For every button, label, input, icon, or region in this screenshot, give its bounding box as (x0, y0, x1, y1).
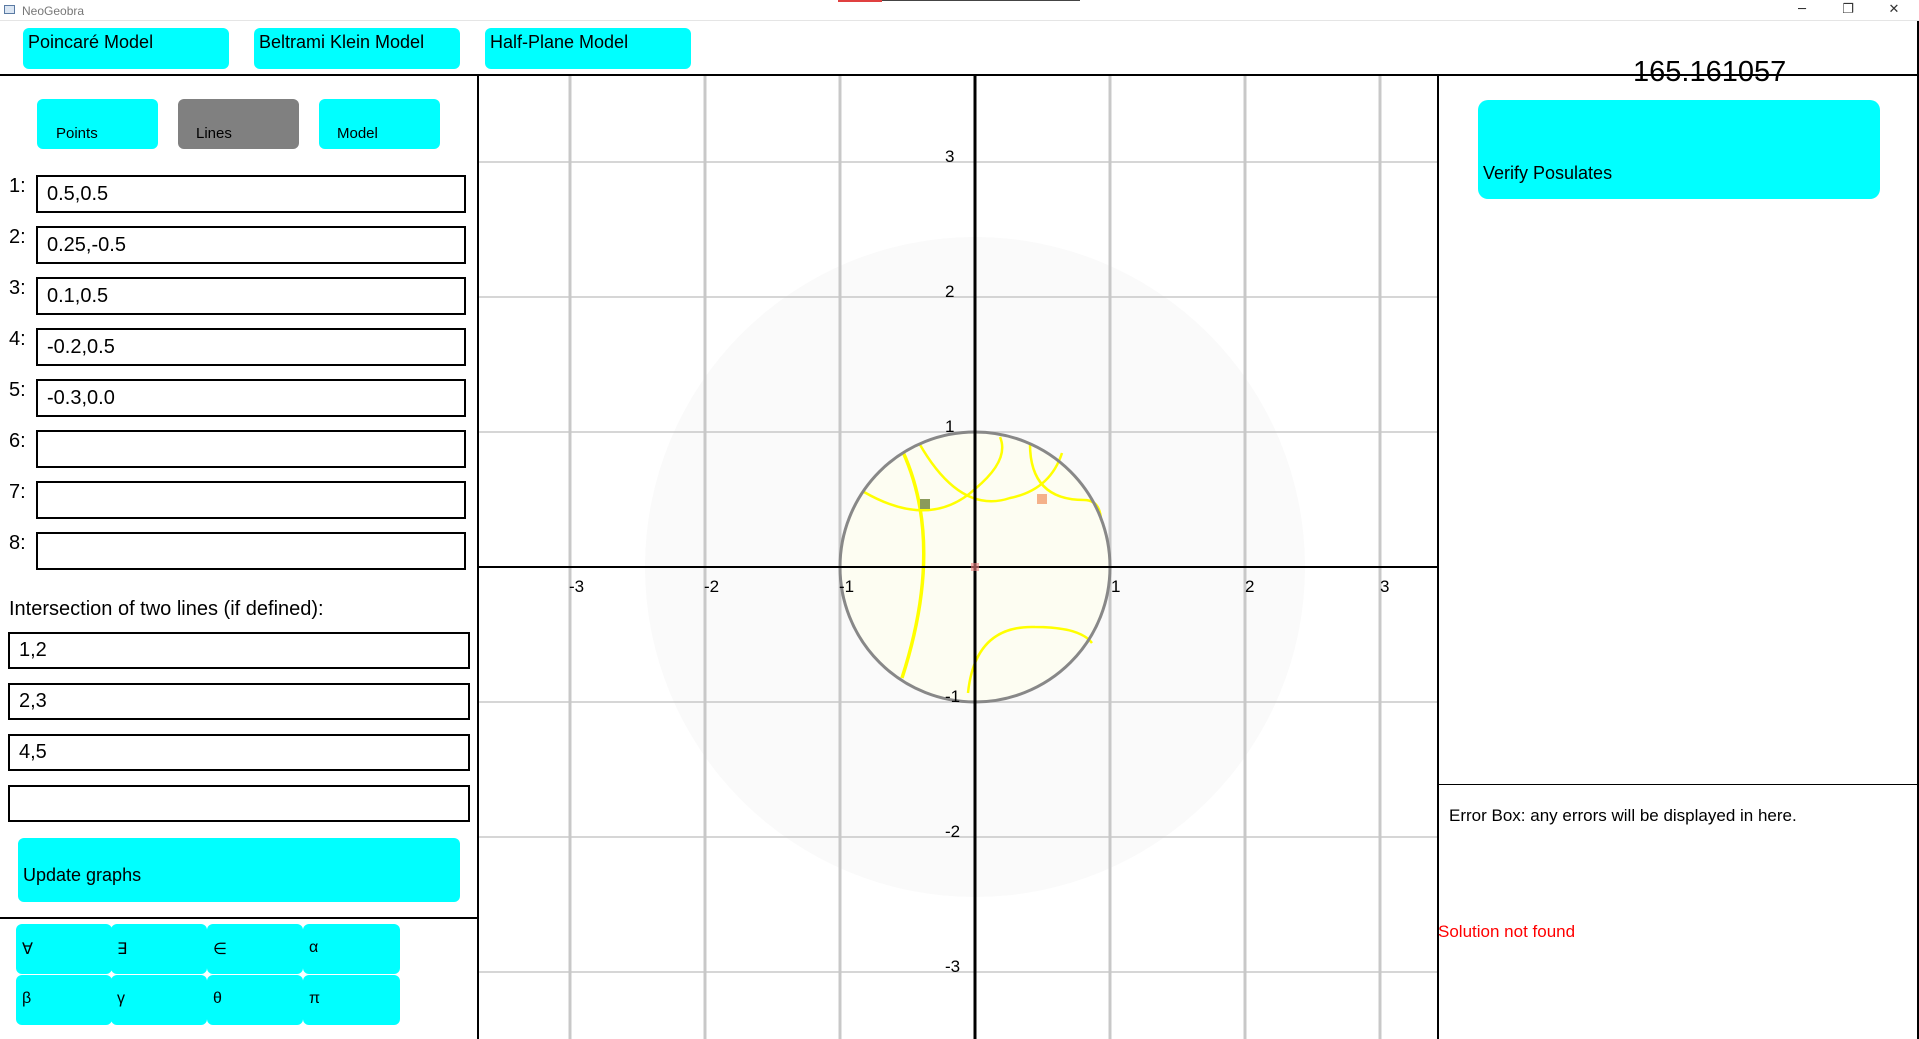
tab-model-label: Model (337, 125, 378, 142)
symbol-label: β (22, 990, 32, 1007)
symbol-button[interactable]: θ (207, 975, 303, 1025)
symbol-label: ∈ (213, 941, 227, 958)
minimize-icon[interactable]: ─ (1779, 0, 1825, 21)
window-title: NeoGeobra (22, 4, 85, 18)
tab-points[interactable]: Points (37, 99, 158, 149)
line-row-label: 2: (9, 226, 26, 248)
klein-model-button[interactable]: Beltrami Klein Model (254, 28, 460, 69)
intersection-input-2[interactable]: 2,3 (8, 683, 470, 720)
line-row-label: 8: (9, 532, 26, 554)
line-input-1[interactable]: 0.5,0.5 (36, 175, 466, 213)
tab-lines[interactable]: Lines (178, 99, 299, 149)
symbol-button[interactable]: ∀ (16, 924, 112, 974)
update-graphs-label: Update graphs (23, 865, 142, 885)
line-row-label: 4: (9, 328, 26, 350)
error-message: Solution not found (1438, 922, 1576, 941)
intersection-input-1[interactable]: 1,2 (8, 632, 470, 669)
line-input-2[interactable]: 0.25,-0.5 (36, 226, 466, 264)
graph-canvas[interactable]: -3 -2 -1 1 2 3 3 2 1 -1 -2 -3 (479, 76, 1437, 1039)
symbol-label: π (309, 990, 321, 1007)
half-plane-model-label: Half-Plane Model (490, 32, 629, 52)
symbol-panel-divider (0, 917, 478, 919)
y-tick-label: 2 (945, 282, 954, 301)
verify-postulates-button[interactable]: Verify Posulates (1478, 100, 1880, 199)
y-tick-label: 3 (945, 147, 954, 166)
poincare-model-label: Poincaré Model (28, 32, 154, 52)
line-row-label: 1: (9, 175, 26, 197)
y-tick-label: 1 (945, 417, 954, 436)
score-readout: 165.161057 (1633, 56, 1787, 88)
error-box-divider (1438, 784, 1918, 785)
tab-points-label: Points (56, 125, 98, 142)
intersection-input-4[interactable] (8, 785, 470, 822)
line-row-label: 7: (9, 481, 26, 503)
point-marker-1[interactable] (920, 499, 930, 509)
symbol-button[interactable]: ∃ (111, 924, 207, 974)
symbol-button[interactable]: ∈ (207, 924, 303, 974)
line-row-label: 3: (9, 277, 26, 299)
close-icon[interactable]: ✕ (1871, 0, 1917, 21)
line-input-5[interactable]: -0.3,0.0 (36, 379, 466, 417)
tab-model[interactable]: Model (319, 99, 440, 149)
y-tick-label: -1 (945, 687, 960, 706)
app-icon (4, 5, 15, 14)
symbol-label: ∀ (22, 941, 33, 958)
line-input-3[interactable]: 0.1,0.5 (36, 277, 466, 315)
line-input-6[interactable] (36, 430, 466, 468)
symbol-label: ∃ (117, 941, 128, 958)
x-tick-label: -1 (839, 577, 854, 596)
y-tick-label: -2 (945, 822, 960, 841)
line-input-8[interactable] (36, 532, 466, 570)
symbol-button[interactable]: π (303, 975, 400, 1025)
point-marker-2[interactable] (1037, 494, 1047, 504)
symbol-button[interactable]: β (16, 975, 112, 1025)
line-row-label: 5: (9, 379, 26, 401)
symbol-label: γ (117, 990, 125, 1007)
y-tick-label: -3 (945, 957, 960, 976)
poincare-model-button[interactable]: Poincaré Model (23, 28, 229, 69)
line-input-7[interactable] (36, 481, 466, 519)
titlebar-divider (882, 0, 1080, 1)
origin-marker (971, 563, 979, 571)
tab-lines-label: Lines (196, 125, 232, 142)
x-tick-label: -2 (704, 577, 719, 596)
line-row-label: 6: (9, 430, 26, 452)
symbol-button[interactable]: γ (111, 975, 207, 1025)
restore-icon[interactable]: ❐ (1825, 0, 1871, 21)
line-input-4[interactable]: -0.2,0.5 (36, 328, 466, 366)
intersection-heading: Intersection of two lines (if defined): (9, 598, 324, 620)
update-graphs-button[interactable]: Update graphs (18, 838, 460, 902)
titlebar-accent (838, 0, 882, 2)
window-titlebar: NeoGeobra ─ ❐ ✕ (0, 0, 1919, 21)
x-tick-label: 2 (1245, 577, 1254, 596)
symbol-button[interactable]: α (303, 924, 400, 974)
x-tick-label: 1 (1111, 577, 1120, 596)
klein-model-label: Beltrami Klein Model (259, 32, 425, 52)
intersection-input-3[interactable]: 4,5 (8, 734, 470, 771)
right-panel-divider (1437, 74, 1439, 1039)
symbol-label: α (309, 939, 319, 956)
half-plane-model-button[interactable]: Half-Plane Model (485, 28, 691, 69)
error-box-label: Error Box: any errors will be displayed … (1449, 806, 1797, 825)
x-tick-label: -3 (569, 577, 584, 596)
symbol-label: θ (213, 990, 222, 1007)
x-tick-label: 3 (1380, 577, 1389, 596)
verify-postulates-label: Verify Posulates (1483, 163, 1613, 183)
